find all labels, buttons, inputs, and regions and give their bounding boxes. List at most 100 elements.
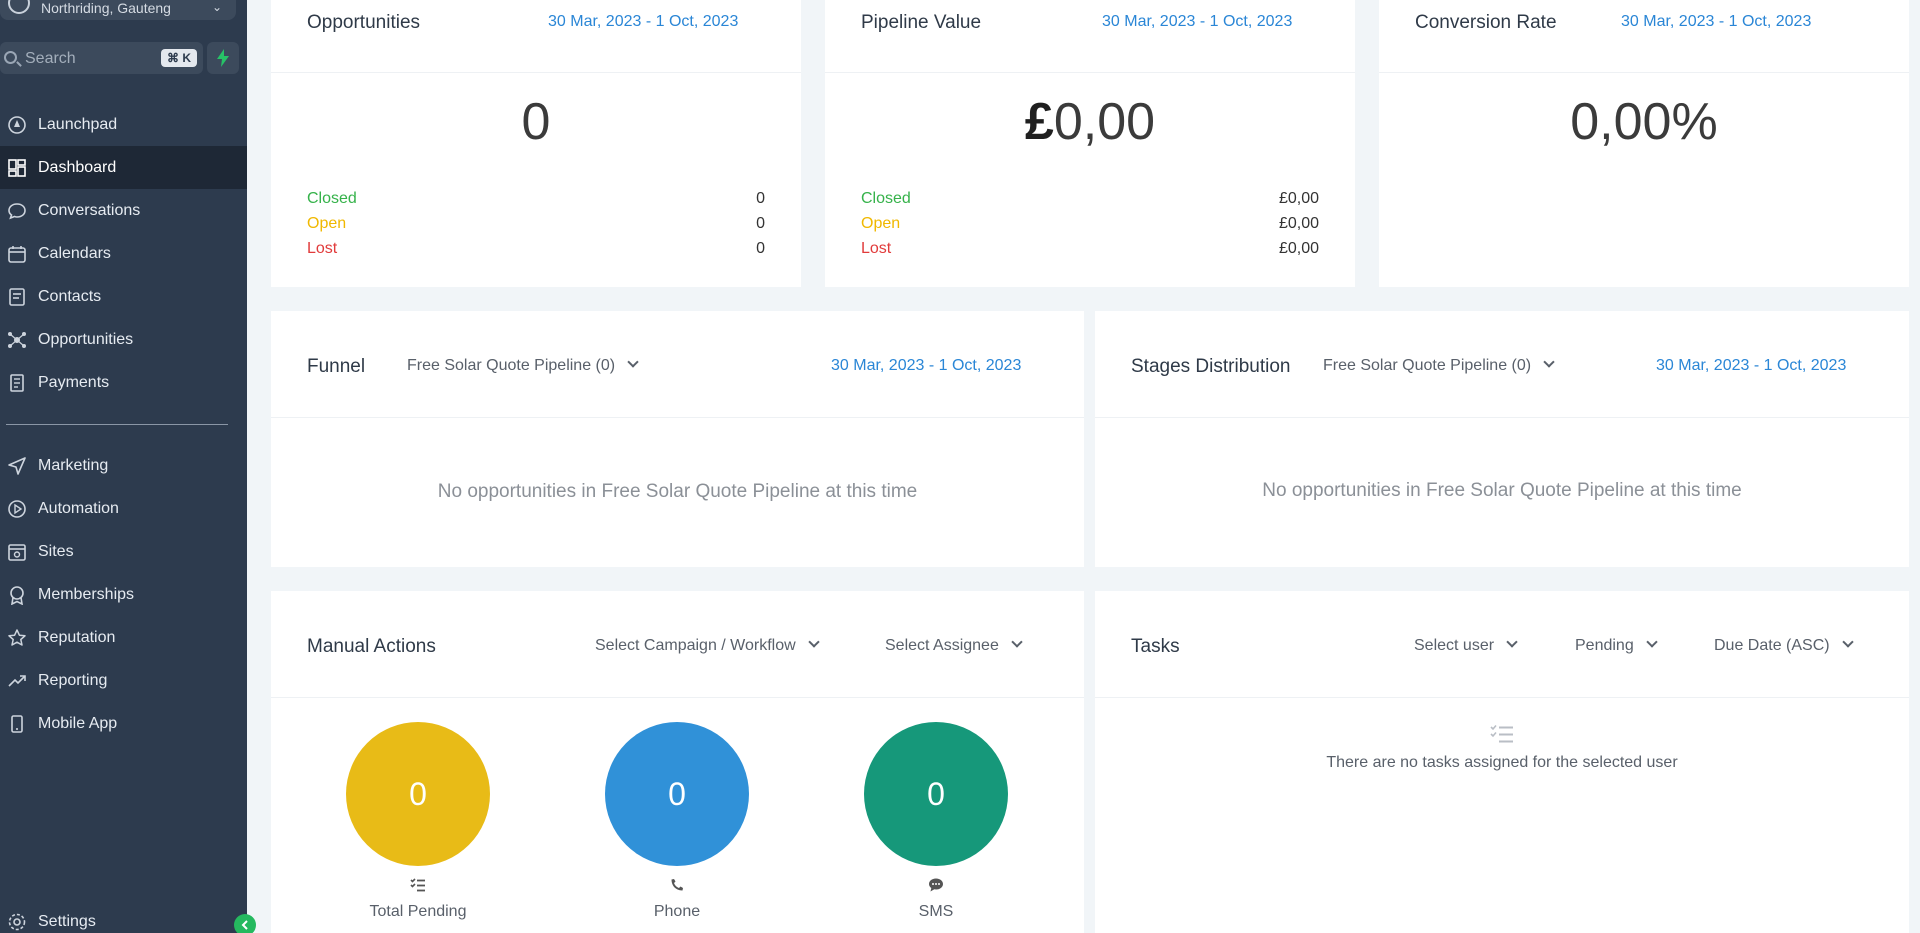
star-icon xyxy=(8,629,26,646)
sidebar-item-label: Memberships xyxy=(38,586,135,603)
sidebar-item-launchpad[interactable]: Launchpad xyxy=(0,103,247,146)
date-range-picker[interactable]: 30 Mar, 2023 - 1 Oct, 2023 xyxy=(1102,13,1292,31)
pipeline-total: £0,00 xyxy=(825,92,1355,152)
chevron-down-icon xyxy=(808,636,820,648)
location-switcher[interactable]: Northriding, Gauteng ⌄ xyxy=(0,0,236,20)
stages-distribution-card: Stages Distribution Free Solar Quote Pip… xyxy=(1095,311,1909,567)
lost-value: £0,00 xyxy=(1278,240,1319,257)
card-title: Tasks xyxy=(1131,636,1180,657)
open-value: 0 xyxy=(756,215,765,232)
location-name: Northriding, Gauteng xyxy=(41,0,171,16)
status-select-value: Pending xyxy=(1575,637,1634,654)
sidebar-item-label: Launchpad xyxy=(38,116,118,133)
sidebar-item-label: Dashboard xyxy=(38,159,117,176)
pipeline-select[interactable]: Free Solar Quote Pipeline (0) xyxy=(1323,356,1555,375)
phone-circle[interactable]: 0 xyxy=(605,722,749,866)
search-shortcut: ⌘ K xyxy=(161,49,197,67)
chat-icon xyxy=(8,203,26,220)
pipeline-amount: 0,00 xyxy=(1053,93,1156,151)
pipeline-select[interactable]: Free Solar Quote Pipeline (0) xyxy=(407,356,639,375)
assignee-select[interactable]: Select Assignee xyxy=(885,636,1023,655)
chevron-down-icon xyxy=(1543,356,1555,368)
divider xyxy=(271,697,1084,698)
status-select[interactable]: Pending xyxy=(1575,636,1658,655)
divider xyxy=(1095,697,1909,698)
sidebar-item-marketing[interactable]: Marketing xyxy=(0,444,247,487)
sidebar-item-reputation[interactable]: Reputation xyxy=(0,616,247,659)
quick-actions-button[interactable] xyxy=(207,42,239,74)
task-list-icon xyxy=(410,878,425,892)
automation-icon xyxy=(8,500,26,518)
sidebar-divider xyxy=(6,424,228,425)
sidebar-item-calendars[interactable]: Calendars xyxy=(0,232,247,275)
sidebar-item-sites[interactable]: Sites xyxy=(0,530,247,573)
opportunities-card: Opportunities 30 Mar, 2023 - 1 Oct, 2023… xyxy=(271,0,801,287)
date-range-picker[interactable]: 30 Mar, 2023 - 1 Oct, 2023 xyxy=(1621,13,1811,31)
user-select[interactable]: Select user xyxy=(1414,636,1518,655)
sidebar-item-conversations[interactable]: Conversations xyxy=(0,189,247,232)
card-title: Conversion Rate xyxy=(1415,12,1557,33)
phone-icon xyxy=(671,879,683,891)
lost-label: Lost xyxy=(861,240,892,257)
chevron-down-icon xyxy=(627,356,639,368)
sidebar-collapse-button[interactable] xyxy=(234,914,256,933)
chevron-down-icon: ⌄ xyxy=(211,0,222,14)
card-title: Opportunities xyxy=(307,12,421,33)
calendar-icon xyxy=(8,246,26,263)
location-avatar-icon xyxy=(8,0,30,14)
divider xyxy=(825,72,1355,73)
sidebar-item-contacts[interactable]: Contacts xyxy=(0,275,247,318)
tasks-card: Tasks Select user Pending Due Date (ASC)… xyxy=(1095,591,1909,933)
search-icon xyxy=(4,51,17,64)
search-input[interactable]: Search ⌘ K xyxy=(0,42,203,74)
tasks-empty-state: There are no tasks assigned for the sele… xyxy=(1326,754,1678,771)
card-title: Pipeline Value xyxy=(861,12,982,33)
campaign-workflow-select[interactable]: Select Campaign / Workflow xyxy=(595,636,820,655)
divider xyxy=(1379,72,1909,73)
dashboard-icon xyxy=(8,159,26,177)
chevron-down-icon xyxy=(1011,636,1023,648)
sidebar-item-label: Marketing xyxy=(38,457,109,474)
mobile-icon xyxy=(11,715,23,733)
date-range-picker[interactable]: 30 Mar, 2023 - 1 Oct, 2023 xyxy=(548,13,738,31)
closed-value: £0,00 xyxy=(1278,190,1319,207)
trend-icon xyxy=(8,675,26,687)
chevron-left-icon xyxy=(241,920,248,930)
card-title: Stages Distribution xyxy=(1131,356,1291,377)
badge-icon xyxy=(10,586,24,605)
payments-icon xyxy=(10,374,24,392)
sidebar-item-opportunities[interactable]: Opportunities xyxy=(0,318,247,361)
date-range-picker[interactable]: 30 Mar, 2023 - 1 Oct, 2023 xyxy=(831,357,1021,375)
card-title: Manual Actions xyxy=(307,636,436,657)
sidebar-item-label: Opportunities xyxy=(38,331,134,348)
closed-value: 0 xyxy=(756,190,765,207)
divider xyxy=(271,72,801,73)
launchpad-icon xyxy=(8,116,26,134)
gear-icon xyxy=(8,913,26,931)
lost-value: 0 xyxy=(756,240,765,257)
chevron-down-icon xyxy=(1841,636,1854,648)
sidebar-item-dashboard[interactable]: Dashboard xyxy=(0,146,247,189)
send-icon xyxy=(8,457,26,475)
user-select-value: Select user xyxy=(1414,637,1495,654)
sidebar-item-label: Mobile App xyxy=(38,715,118,732)
sidebar-item-payments[interactable]: Payments xyxy=(0,361,247,404)
sidebar-item-reporting[interactable]: Reporting xyxy=(0,659,247,702)
sidebar-item-label: Conversations xyxy=(38,202,141,219)
sidebar-item-label: Contacts xyxy=(38,288,102,305)
phone-label: Phone xyxy=(653,903,701,920)
assignee-select-value: Select Assignee xyxy=(885,637,999,654)
open-label: Open xyxy=(307,215,347,232)
sms-circle[interactable]: 0 xyxy=(864,722,1008,866)
date-range-picker[interactable]: 30 Mar, 2023 - 1 Oct, 2023 xyxy=(1656,357,1846,375)
sidebar-item-automation[interactable]: Automation xyxy=(0,487,247,530)
total-pending-circle[interactable]: 0 xyxy=(346,722,490,866)
sidebar-item-label: Sites xyxy=(38,543,74,560)
sort-select[interactable]: Due Date (ASC) xyxy=(1714,636,1854,655)
pipeline-value-card: Pipeline Value 30 Mar, 2023 - 1 Oct, 202… xyxy=(825,0,1355,287)
sidebar-item-settings[interactable]: Settings xyxy=(0,900,247,933)
sidebar-item-label: Calendars xyxy=(38,245,111,262)
total-pending-label: Total Pending xyxy=(369,903,467,920)
sidebar-item-mobile-app[interactable]: Mobile App xyxy=(0,702,247,745)
sidebar-item-memberships[interactable]: Memberships xyxy=(0,573,247,616)
